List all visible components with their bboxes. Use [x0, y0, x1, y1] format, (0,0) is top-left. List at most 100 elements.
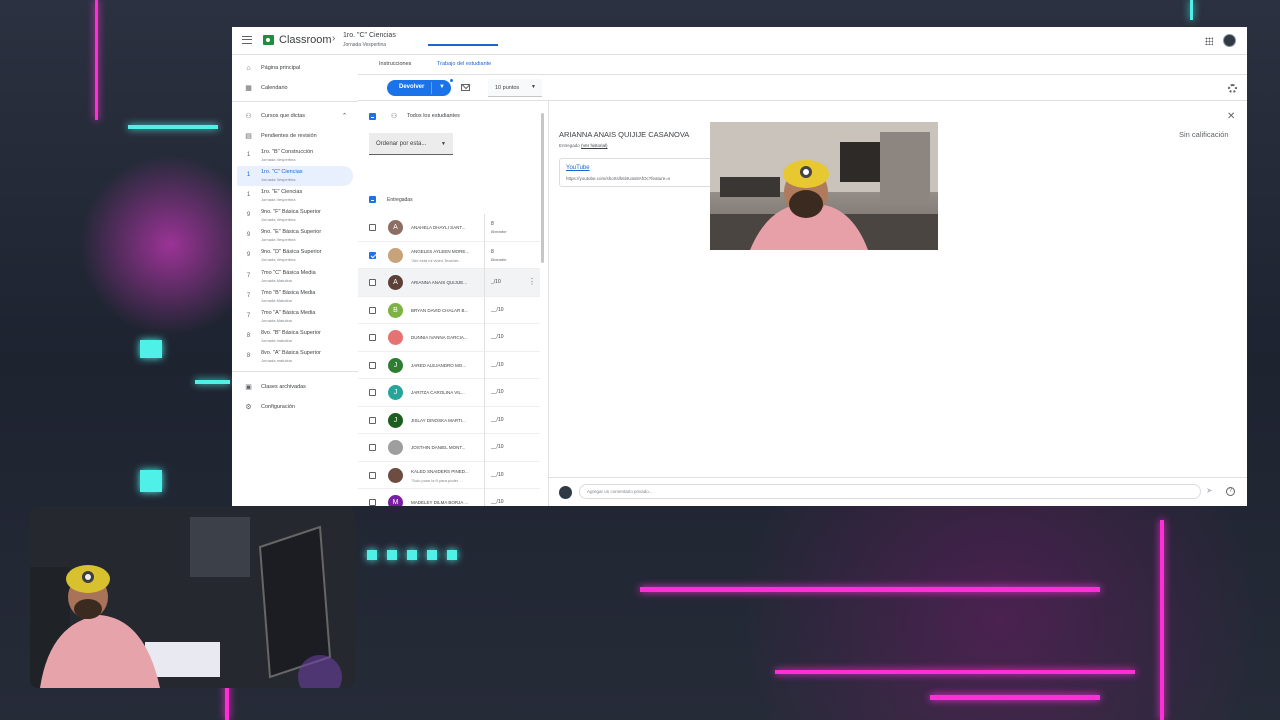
- grade-value[interactable]: 8: [491, 249, 494, 255]
- grade-cell[interactable]: [484, 241, 540, 269]
- course-name: 1ro. "C" Ciencias: [261, 169, 303, 175]
- sidebar-course[interactable]: 9 9no. "D" Básica Superior Jornada Vespe…: [237, 246, 353, 266]
- classroom-logo-icon[interactable]: [263, 35, 274, 45]
- student-avatar: [388, 467, 403, 483]
- grade-label[interactable]: Sin calificación: [1179, 130, 1229, 139]
- sidebar-course[interactable]: 7 7mo "B" Básica Media Jornada Matutina: [237, 287, 353, 307]
- help-icon[interactable]: ?: [1226, 487, 1235, 496]
- student-checkbox[interactable]: [369, 389, 376, 396]
- all-students-label: Todos los estudiantes: [407, 113, 460, 119]
- tab-instructions[interactable]: Instrucciones: [379, 61, 411, 67]
- select-all-checkbox[interactable]: [369, 113, 376, 120]
- grade-value[interactable]: __/10: [491, 444, 504, 450]
- student-avatar: J: [388, 412, 403, 428]
- student-checkbox[interactable]: [369, 279, 376, 286]
- attachment-card[interactable]: YouTube https://youtube.com/shorts/k6l4U…: [559, 158, 714, 187]
- caret-down-icon: ▼: [441, 141, 446, 147]
- sidebar-course[interactable]: 7 7mo "A" Básica Media Jornada Matutina: [237, 307, 353, 327]
- section-label: Entregadas: [387, 197, 413, 203]
- cyan-line: [387, 550, 397, 560]
- caret-down-icon[interactable]: ▼: [439, 84, 445, 90]
- student-row[interactable]: ANGELES AYLEEN MORE... "Ahí está mi video…: [358, 241, 540, 269]
- sidebar-item-home[interactable]: ⌂ Página principal: [237, 59, 353, 79]
- course-session: Jornada Vespertina: [261, 237, 296, 242]
- breadcrumb-session: Jornada Vespertina: [343, 42, 387, 48]
- cyan-line: [128, 125, 218, 129]
- sidebar-course[interactable]: 1 1ro. "E" Ciencias Jornada Vespertina: [237, 186, 353, 206]
- divider: [232, 101, 358, 102]
- student-row[interactable]: M MADELEY DILMA BORJA ... __/10: [358, 489, 540, 506]
- apps-grid-icon[interactable]: [1205, 37, 1213, 45]
- grade-value[interactable]: __/10: [491, 499, 504, 505]
- student-checkbox[interactable]: [369, 251, 376, 259]
- send-icon[interactable]: ➤: [1206, 486, 1213, 495]
- sidebar-course[interactable]: 1 1ro. "B" Construcción Jornada Vesperti…: [237, 146, 353, 166]
- history-link[interactable]: (Ver historial): [581, 143, 608, 148]
- sidebar-item-pending[interactable]: ▤ Pendientes de revisión: [237, 127, 353, 147]
- cyan-line: [140, 470, 162, 492]
- grade-value[interactable]: __/10: [491, 334, 504, 340]
- more-options-icon[interactable]: ⋮: [528, 277, 536, 286]
- student-row[interactable]: J JARITZA CAROLINA VIL... __/10: [358, 379, 540, 407]
- points-select[interactable]: 10 puntos ▼: [488, 79, 542, 97]
- sort-dropdown[interactable]: Ordenar por esta... ▼: [369, 133, 453, 155]
- grade-value[interactable]: __/10: [491, 472, 504, 478]
- menu-icon[interactable]: [242, 36, 252, 44]
- course-number-icon: 9: [246, 212, 251, 218]
- sidebar-course[interactable]: 8 8vo. "B" Básica Superior Jornada matut…: [237, 327, 353, 347]
- grade-value[interactable]: 8: [491, 221, 494, 227]
- course-number-icon: 1: [246, 172, 251, 178]
- student-row[interactable]: DUNNIA IVANNA GARCIA... __/10: [358, 324, 540, 352]
- grade-value[interactable]: __/10: [491, 362, 504, 368]
- grade-cell[interactable]: [484, 214, 540, 241]
- student-checkbox[interactable]: [369, 499, 376, 506]
- sidebar-course[interactable]: 7 7mo "C" Básica Media Jornada Matutina: [237, 267, 353, 287]
- sidebar-item-teaching[interactable]: ⚇ Cursos que dictas ⌃: [237, 107, 353, 127]
- attachment-title[interactable]: YouTube: [566, 165, 590, 171]
- student-checkbox[interactable]: [369, 306, 376, 314]
- grade-value[interactable]: __/10: [491, 417, 504, 423]
- sidebar-course-active[interactable]: 1 1ro. "C" Ciencias Jornada Vespertina: [237, 166, 353, 186]
- app-title[interactable]: Classroom: [279, 34, 332, 46]
- student-row[interactable]: KALED SNAIDERS PINED... "Solo puse la ft …: [358, 461, 540, 489]
- settings-gear-icon[interactable]: [1228, 84, 1237, 93]
- student-row[interactable]: A ANAHELA DHAYLI SANT... 8 Borrador: [358, 214, 540, 242]
- sidebar-course[interactable]: 9 9no. "E" Básica Superior Jornada Vespe…: [237, 226, 353, 246]
- sidebar-course[interactable]: 9 9no. "F" Básica Superior Jornada Vespe…: [237, 206, 353, 226]
- sidebar-item-archived[interactable]: ▣ Clases archivadas: [237, 378, 353, 398]
- student-checkbox[interactable]: [369, 444, 376, 451]
- student-name: DUNNIA IVANNA GARCIA...: [411, 335, 468, 340]
- sidebar-course[interactable]: 8 8vo. "A" Básica Superior Jornada matut…: [237, 347, 353, 367]
- grade-value[interactable]: __/10: [491, 389, 504, 395]
- email-icon[interactable]: [461, 84, 470, 91]
- student-checkbox[interactable]: [369, 471, 376, 479]
- points-value: 10 puntos: [495, 85, 520, 91]
- sidebar-item-settings[interactable]: ⚙ Configuración: [237, 398, 353, 418]
- student-checkbox[interactable]: [369, 416, 376, 424]
- cyan-line: [367, 550, 377, 560]
- sidebar-item-calendar[interactable]: ▦ Calendario: [237, 79, 353, 99]
- private-comment-input[interactable]: Agregar un comentario privado...: [579, 484, 1201, 499]
- active-tab-indicator: [428, 44, 498, 46]
- archive-icon: ▣: [245, 384, 252, 391]
- grade-value[interactable]: __/10: [491, 307, 504, 313]
- student-checkbox[interactable]: [369, 334, 376, 341]
- close-icon[interactable]: ✕: [1227, 111, 1235, 122]
- section-checkbox[interactable]: [369, 196, 376, 203]
- scrollbar[interactable]: [541, 113, 544, 263]
- student-row[interactable]: JOSTHIN DANIEL MONT... __/10: [358, 434, 540, 462]
- tab-student-work[interactable]: Trabajo del estudiante: [437, 61, 491, 67]
- student-row[interactable]: J JISLAY DINOSKA MARTI... __/10: [358, 406, 540, 434]
- grade-value[interactable]: _/10: [491, 279, 501, 285]
- student-row[interactable]: J JARED ALEJANDRO MO... __/10: [358, 351, 540, 379]
- course-session: Jornada Vespertina: [261, 217, 296, 222]
- student-row[interactable]: A ARIANNA ANAIS QUIJIJE... _/10 ⋮: [358, 269, 540, 297]
- account-avatar[interactable]: [1223, 34, 1236, 47]
- people-icon: ⚇: [391, 113, 398, 120]
- student-checkbox[interactable]: [369, 224, 376, 231]
- student-comment-preview: "Solo puse la ft para poder ...: [411, 477, 463, 483]
- student-checkbox[interactable]: [369, 361, 376, 369]
- return-button[interactable]: Devolver ▼: [387, 80, 451, 96]
- breadcrumb-class[interactable]: 1ro. "C" Ciencias: [343, 32, 396, 39]
- student-row[interactable]: B BRYAN DAVID CHALAR B... __/10: [358, 296, 540, 324]
